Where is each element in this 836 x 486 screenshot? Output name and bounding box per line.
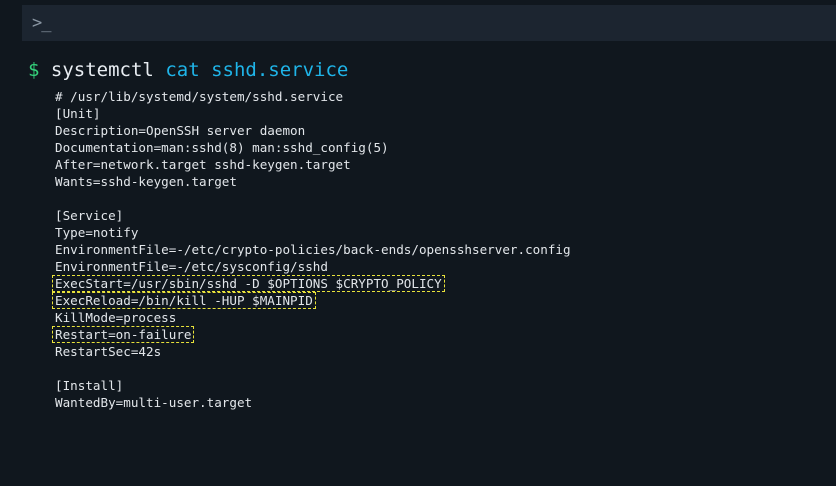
- output-line: ExecReload=/bin/kill -HUP $MAINPID: [52, 292, 571, 309]
- highlighted-line-text: ExecStart=/usr/sbin/sshd -D $OPTIONS $CR…: [52, 275, 445, 292]
- terminal-tab-bar[interactable]: >_: [22, 5, 836, 41]
- output-line-text: Description=OpenSSH server daemon: [55, 123, 306, 138]
- output-line: Wants=sshd-keygen.target: [55, 173, 571, 190]
- output-line-text: After=network.target sshd-keygen.target: [55, 157, 351, 172]
- output-blank-line: [55, 190, 571, 207]
- output-line-text: EnvironmentFile=-/etc/sysconfig/sshd: [55, 259, 328, 274]
- output-line-text: KillMode=process: [55, 310, 177, 325]
- output-line: EnvironmentFile=-/etc/sysconfig/sshd: [55, 258, 571, 275]
- command-program: systemctl: [50, 59, 154, 81]
- output-line-text: # /usr/lib/systemd/system/sshd.service: [55, 89, 344, 104]
- output-line-text: WantedBy=multi-user.target: [55, 395, 253, 410]
- output-line-text: Wants=sshd-keygen.target: [55, 174, 237, 189]
- output-line: WantedBy=multi-user.target: [55, 394, 571, 411]
- output-line-text: RestartSec=42s: [55, 344, 162, 359]
- command-output: # /usr/lib/systemd/system/sshd.service [U…: [51, 88, 571, 411]
- output-line-text: Type=notify: [55, 225, 139, 240]
- output-line: Description=OpenSSH server daemon: [55, 122, 571, 139]
- prompt-symbol: $: [28, 59, 40, 81]
- output-line: ExecStart=/usr/sbin/sshd -D $OPTIONS $CR…: [52, 275, 571, 292]
- output-line: Documentation=man:sshd(8) man:sshd_confi…: [55, 139, 571, 156]
- output-line: Type=notify: [55, 224, 571, 241]
- output-line-text: [Unit]: [55, 106, 101, 121]
- command-line: $ systemctl cat sshd.service: [28, 58, 348, 82]
- output-line-text: [Service]: [55, 208, 124, 223]
- output-line-text: [Install]: [55, 378, 124, 393]
- command-arguments: cat sshd.service: [165, 59, 349, 81]
- output-line-text: EnvironmentFile=-/etc/crypto-policies/ba…: [55, 242, 571, 257]
- highlighted-line-text: ExecReload=/bin/kill -HUP $MAINPID: [52, 292, 316, 309]
- output-blank-line: [55, 360, 571, 377]
- output-line: KillMode=process: [55, 309, 571, 326]
- output-line: [Service]: [55, 207, 571, 224]
- output-line-text: Documentation=man:sshd(8) man:sshd_confi…: [55, 140, 389, 155]
- output-line: [Install]: [55, 377, 571, 394]
- output-line: RestartSec=42s: [55, 343, 571, 360]
- highlighted-line-text: Restart=on-failure: [51, 326, 195, 343]
- output-line: # /usr/lib/systemd/system/sshd.service: [55, 88, 571, 105]
- output-line: Restart=on-failure: [51, 326, 571, 343]
- output-line: EnvironmentFile=-/etc/crypto-policies/ba…: [55, 241, 571, 258]
- terminal-prompt-icon: >_: [32, 13, 52, 33]
- terminal-window: >_ $ systemctl cat sshd.service # /usr/l…: [0, 0, 836, 486]
- output-line: [Unit]: [55, 105, 571, 122]
- output-line: After=network.target sshd-keygen.target: [55, 156, 571, 173]
